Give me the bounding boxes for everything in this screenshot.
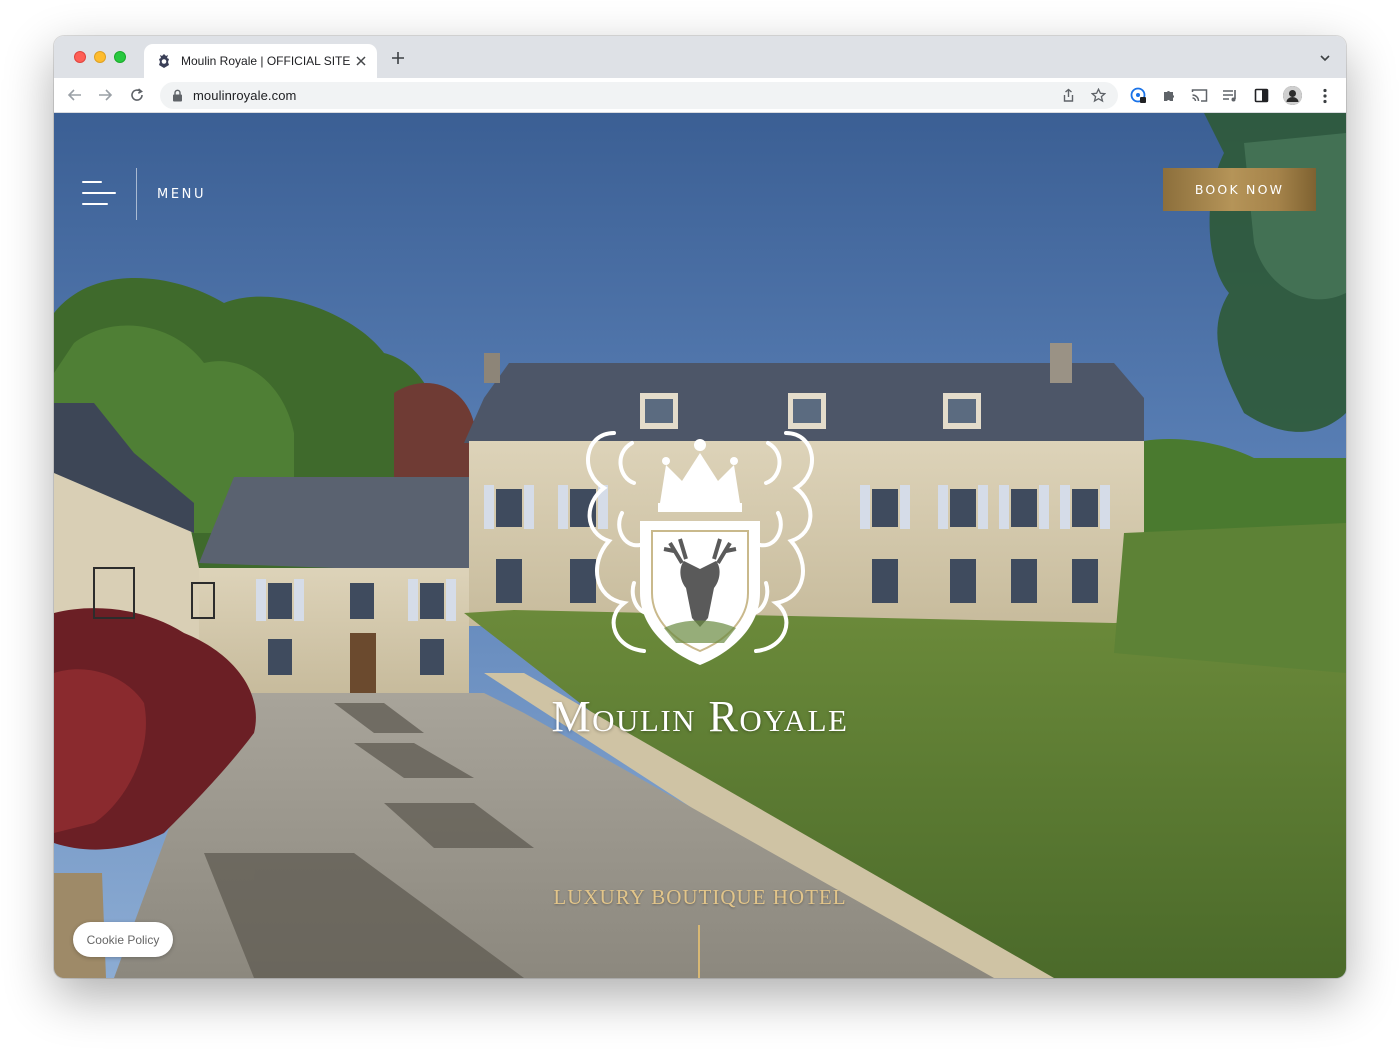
address-bar[interactable]: moulinroyale.com [160,82,1118,109]
kebab-menu-icon[interactable] [1316,87,1333,104]
share-icon[interactable] [1061,88,1076,103]
cookie-policy-button[interactable]: Cookie Policy [73,922,173,957]
tagline: LUXURY BOUTIQUE HOTEL [553,885,847,909]
scroll-indicator[interactable] [698,925,700,978]
hamburger-icon[interactable] [82,181,116,207]
forward-arrow-icon[interactable] [96,86,114,104]
brand-name: Moulin Royale [551,692,849,741]
lock-icon[interactable] [172,89,183,102]
close-icon[interactable] [353,53,369,69]
browser-toolbar: moulinroyale.com [54,78,1346,113]
tab-strip: Moulin Royale | OFFICIAL SITE [54,36,1346,78]
crest-logo-icon [586,431,814,665]
chevron-down-icon[interactable] [1318,51,1332,65]
side-panel-icon[interactable] [1253,87,1270,104]
puzzle-icon[interactable] [1160,87,1177,104]
maximize-window-button[interactable] [114,51,126,63]
extension-badge-icon[interactable] [1130,87,1147,104]
menu-label[interactable]: MENU [157,187,206,202]
back-arrow-icon[interactable] [66,86,84,104]
profile-avatar-icon[interactable] [1283,86,1302,105]
minimize-window-button[interactable] [94,51,106,63]
media-queue-icon[interactable] [1222,87,1239,104]
book-now-button[interactable]: BOOK NOW [1163,168,1316,211]
active-tab[interactable]: Moulin Royale | OFFICIAL SITE [144,44,377,78]
star-icon[interactable] [1090,87,1107,103]
menu-divider [136,168,137,220]
url-text[interactable]: moulinroyale.com [193,88,296,103]
hero-section: MENU BOOK NOW Moulin Royale LUXURY BOUTI… [54,113,1346,978]
close-window-button[interactable] [74,51,86,63]
tab-title: Moulin Royale | OFFICIAL SITE [181,54,351,68]
browser-window: Moulin Royale | OFFICIAL SITE moulinroya… [54,36,1346,978]
plus-icon[interactable] [388,49,408,69]
favicon-crest-icon [156,53,172,69]
site-menu-toggle[interactable]: MENU [82,168,206,220]
cast-icon[interactable] [1191,87,1208,104]
reload-icon[interactable] [128,86,146,104]
